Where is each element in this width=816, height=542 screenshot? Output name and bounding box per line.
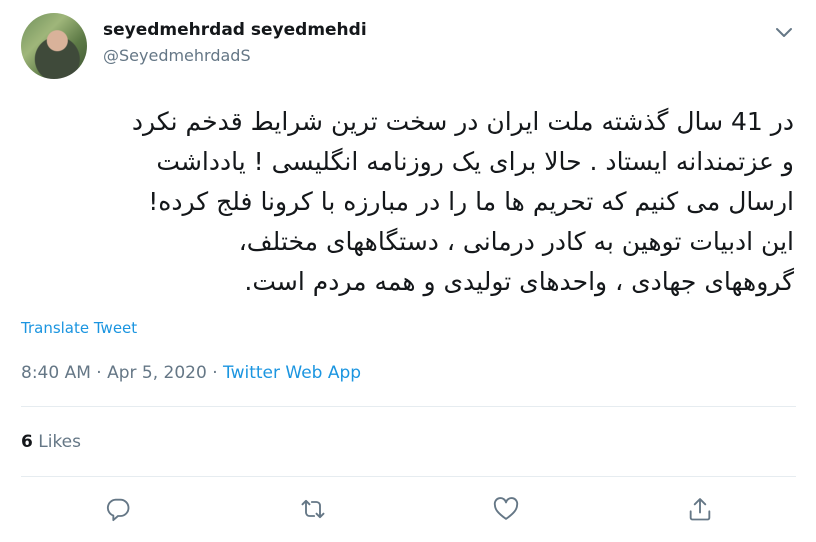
tweet-line: گروههای جهادی ، واحدهای تولیدی و همه مرد… <box>244 267 794 296</box>
heart-icon[interactable] <box>492 495 520 523</box>
retweet-icon[interactable] <box>299 495 327 523</box>
divider <box>21 476 796 477</box>
tweet-line: و عزتمندانه ایستاد . حالا برای یک روزنام… <box>156 147 794 176</box>
share-icon[interactable] <box>686 495 714 523</box>
tweet-meta: 8:40 AM · Apr 5, 2020 · Twitter Web App <box>21 363 361 383</box>
meta-separator: · <box>212 363 218 383</box>
likes-label: Likes <box>38 432 81 452</box>
likes-stat[interactable]: 6 Likes <box>21 432 81 452</box>
likes-count: 6 <box>21 432 33 452</box>
tweet-date[interactable]: Apr 5, 2020 <box>107 363 207 383</box>
meta-separator: · <box>96 363 102 383</box>
tweet-line: در 41 سال گذشته ملت ایران در سخت ترین شر… <box>131 107 794 136</box>
tweet-time[interactable]: 8:40 AM <box>21 363 91 383</box>
divider <box>21 406 796 407</box>
author-display-name[interactable]: seyedmehrdad seyedmehdi <box>103 20 367 40</box>
reply-icon[interactable] <box>104 495 132 523</box>
translate-tweet-link[interactable]: Translate Tweet <box>21 319 137 337</box>
chevron-down-icon[interactable] <box>772 20 796 44</box>
tweet-line: ارسال می کنیم که تحریم ها ما را در مبارز… <box>148 187 794 216</box>
avatar[interactable] <box>21 13 87 79</box>
tweet-source[interactable]: Twitter Web App <box>223 363 361 383</box>
tweet-text: در 41 سال گذشته ملت ایران در سخت ترین شر… <box>14 102 794 302</box>
author-handle[interactable]: @SeyedmehrdadS <box>103 46 251 65</box>
tweet-line: این ادبیات توهین به کادر درمانی ، دستگاه… <box>238 227 794 256</box>
